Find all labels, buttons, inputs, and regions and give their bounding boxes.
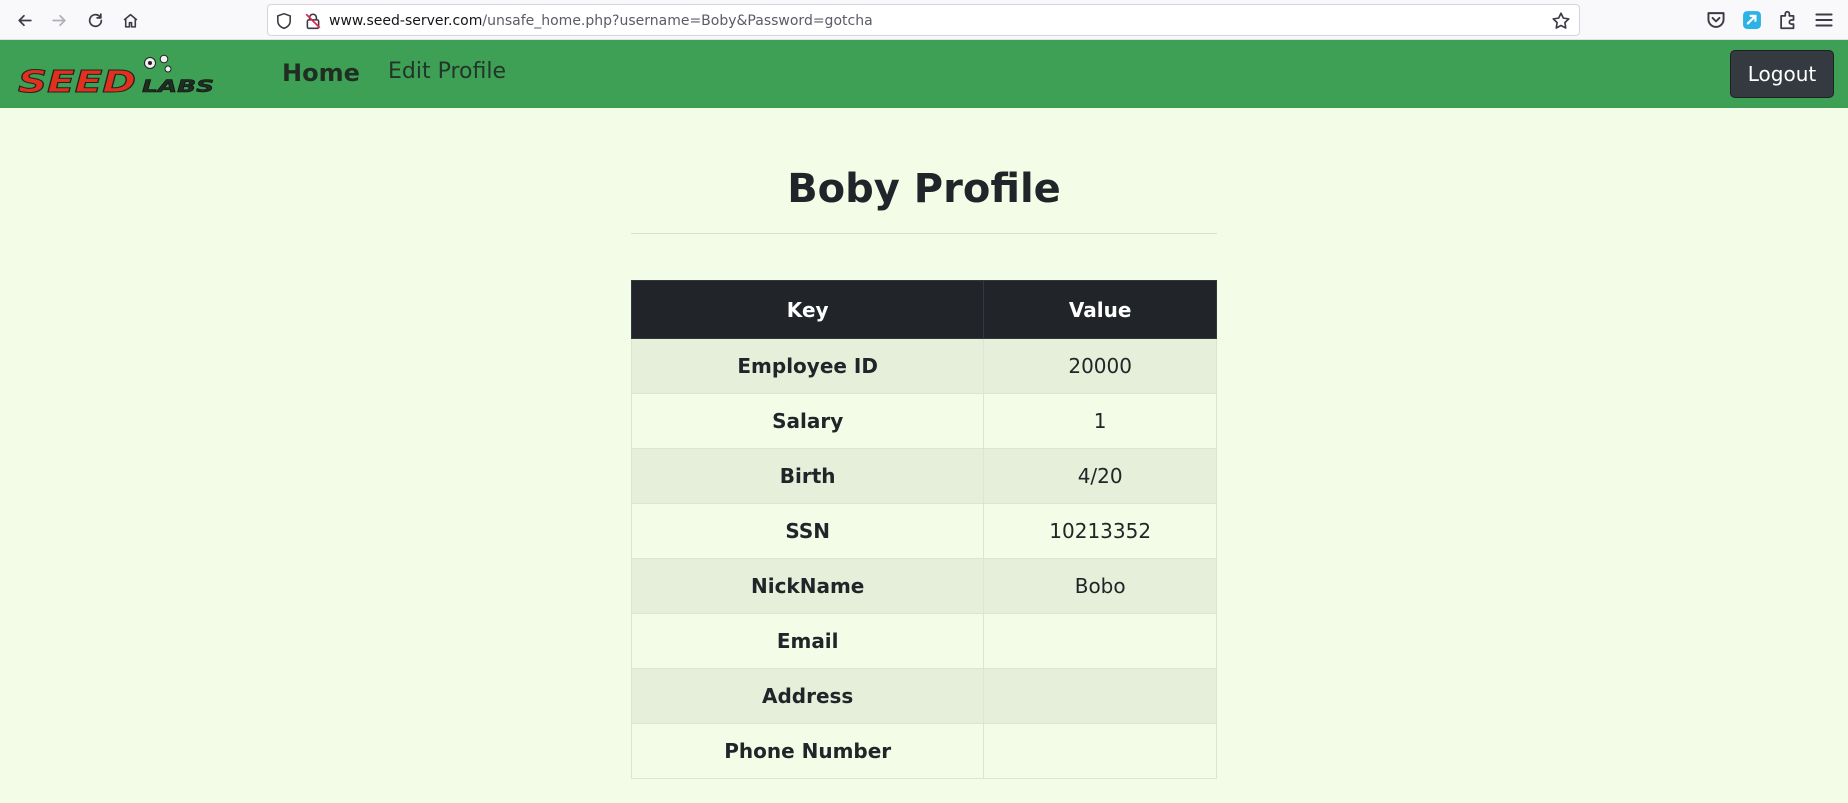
url-path: /unsafe_home.php?username=Boby&Password=… <box>482 13 873 29</box>
column-header-value: Value <box>983 280 1217 339</box>
forward-icon[interactable] <box>46 7 72 33</box>
browser-toolbar: www.seed-server.com/unsafe_home.php?user… <box>0 0 1848 40</box>
profile-table: Key Value Employee ID 20000 Salary 1 Bir… <box>630 280 1217 779</box>
seed-labs-logo[interactable]: SEED LABS <box>18 54 218 98</box>
svg-text:LABS: LABS <box>142 77 214 97</box>
pocket-icon[interactable] <box>1705 9 1727 31</box>
extensions-icon[interactable] <box>1777 9 1799 31</box>
site-navbar: SEED LABS Home Edit Profile Logout <box>0 40 1848 108</box>
url-host: www.seed-server.com <box>329 13 483 29</box>
row-value: 10213352 <box>983 503 1217 559</box>
row-key: Phone Number <box>630 723 985 779</box>
url-text[interactable]: www.seed-server.com/unsafe_home.php?user… <box>329 12 873 30</box>
row-key: SSN <box>630 503 985 559</box>
reload-icon[interactable] <box>82 7 108 33</box>
table-row: Email <box>630 613 1217 669</box>
page-title: Boby Profile <box>787 166 1061 212</box>
back-icon[interactable] <box>11 7 37 33</box>
extension-puzzle-color-icon[interactable] <box>1741 9 1763 31</box>
logout-button[interactable]: Logout <box>1730 50 1834 98</box>
nav-home-link[interactable]: Home <box>282 59 360 87</box>
table-row: Employee ID 20000 <box>630 338 1217 394</box>
row-key: Birth <box>630 448 985 504</box>
table-row: SSN 10213352 <box>630 503 1217 559</box>
table-row: Birth 4/20 <box>630 448 1217 504</box>
table-row: Salary 1 <box>630 393 1217 449</box>
row-value <box>983 613 1217 669</box>
app-menu-icon[interactable] <box>1813 9 1835 31</box>
table-header-row: Key Value <box>630 280 1217 339</box>
table-row: NickName Bobo <box>630 558 1217 614</box>
row-key: NickName <box>630 558 985 614</box>
row-value: 4/20 <box>983 448 1217 504</box>
url-bar[interactable]: www.seed-server.com/unsafe_home.php?user… <box>267 4 1580 36</box>
svg-text:SEED: SEED <box>18 65 136 98</box>
title-divider <box>631 233 1217 234</box>
row-value: 20000 <box>983 338 1217 394</box>
row-key: Salary <box>630 393 985 449</box>
row-value <box>983 723 1217 779</box>
row-value <box>983 668 1217 724</box>
row-value: 1 <box>983 393 1217 449</box>
table-row: Phone Number <box>630 723 1217 779</box>
row-key: Address <box>630 668 985 724</box>
home-icon[interactable] <box>117 7 143 33</box>
bookmark-star-icon[interactable] <box>1551 11 1571 31</box>
row-value: Bobo <box>983 558 1217 614</box>
tracking-shield-icon[interactable] <box>275 12 293 30</box>
column-header-key: Key <box>630 280 985 339</box>
table-row: Address <box>630 668 1217 724</box>
row-key: Email <box>630 613 985 669</box>
nav-edit-profile-link[interactable]: Edit Profile <box>388 59 506 84</box>
insecure-lock-icon[interactable] <box>304 12 322 30</box>
row-key: Employee ID <box>630 338 985 394</box>
